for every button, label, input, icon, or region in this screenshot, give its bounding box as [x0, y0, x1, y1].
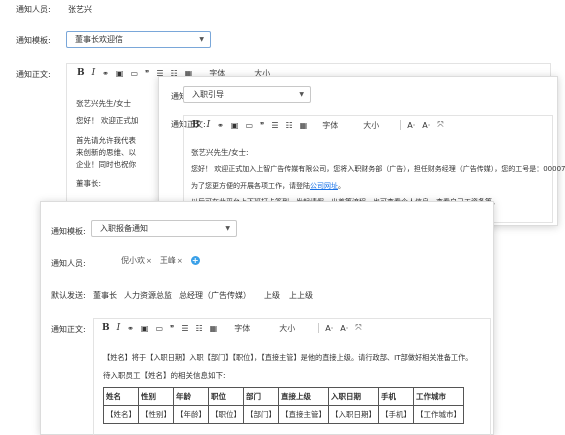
italic-icon[interactable]: I	[207, 120, 211, 130]
close-icon[interactable]: ×	[146, 257, 152, 265]
recipients-label: 通知人员:	[51, 259, 86, 268]
table-cell: 【手机】	[378, 405, 414, 424]
table-header-row: 姓名 性别 年龄 职位 部门 直接上级 入职日期 手机 工作城市	[103, 387, 464, 406]
highlight-icon[interactable]: A·	[422, 121, 430, 130]
font-dropdown[interactable]: 字体	[322, 120, 338, 131]
default-send-item[interactable]: 董事长	[93, 290, 117, 301]
table-icon[interactable]: ▦	[210, 324, 218, 333]
content-line: 企业！同时也祝你	[76, 160, 136, 169]
table-row: 【姓名】 【性别】 【年龄】 【职位】 【部门】 【直接主管】 【入职日期】 【…	[103, 405, 464, 424]
table-header-cell: 直接上级	[278, 387, 329, 406]
table-cell: 【性别】	[138, 405, 174, 424]
recipients-label: 通知人员:	[16, 5, 51, 14]
company-link[interactable]: 公司网址	[310, 182, 338, 190]
close-icon[interactable]: ×	[177, 257, 183, 265]
default-send-item[interactable]: 上级	[264, 290, 280, 301]
content-line: 您好！ 欢迎正式加	[76, 116, 139, 125]
template-select-value: 入职报备通知	[100, 224, 148, 233]
size-dropdown[interactable]: 大小	[363, 120, 379, 131]
content-line: 您好！ 欢迎正式加入上智广告传媒有限公司，您将入职财务部（广告），担任财务经理（…	[191, 165, 565, 173]
content-greeting: 张艺兴先生/女士	[76, 99, 132, 108]
link-icon[interactable]: ⚭	[102, 69, 109, 78]
table-header-cell: 入职日期	[328, 387, 379, 406]
table-header-cell: 部门	[243, 387, 279, 406]
ordered-list-icon[interactable]: ☰	[271, 121, 278, 130]
editor-toolbar: B I ⚭ ▣ ▭ ❞ ☰ ☷ ▦ 字体 大小 A· A· ⤧	[94, 319, 490, 337]
template-select[interactable]: 董事长欢迎信 ▼	[66, 31, 211, 48]
info-table: 姓名 性别 年龄 职位 部门 直接上级 入职日期 手机 工作城市 【姓名】 【性…	[103, 387, 464, 424]
table-cell: 【姓名】	[103, 405, 139, 424]
image-icon[interactable]: ▣	[231, 121, 239, 130]
table-header-cell: 工作城市	[413, 387, 464, 406]
table-cell: 【工作城市】	[413, 405, 464, 424]
italic-icon[interactable]: I	[117, 323, 121, 333]
image-icon[interactable]: ▣	[141, 324, 149, 333]
table-header-cell: 性别	[138, 387, 174, 406]
font-color-icon[interactable]: A·	[407, 121, 415, 130]
table-icon[interactable]: ▦	[300, 121, 308, 130]
template-select[interactable]: 入职引导 ▼	[183, 86, 311, 103]
default-send-item[interactable]: 总经理（广告传媒）	[179, 290, 251, 301]
content-line: 待入职员工【姓名】的相关信息如下:	[103, 371, 226, 380]
media-icon[interactable]: ▭	[130, 69, 138, 78]
default-send-label: 默认发送:	[51, 291, 86, 300]
table-header-cell: 手机	[378, 387, 414, 406]
quote-icon[interactable]: ❞	[170, 324, 174, 333]
front-panel: 通知模板: 入职报备通知 ▼ 通知人员: 倪小欢× 王峰× + 默认发送: 董事…	[40, 201, 494, 435]
fullscreen-icon[interactable]: ⤧	[437, 120, 443, 130]
editor-toolbar: B I ⚭ ▣ ▭ ❞ ☰ ☷ ▦ 字体 大小 A· A· ⤧	[184, 116, 552, 134]
media-icon[interactable]: ▭	[245, 121, 253, 130]
bold-icon[interactable]: B	[77, 68, 85, 78]
content-line: 为了您更方便的开展各项工作，请登陆公司网址。	[191, 182, 345, 190]
recipient-tag[interactable]: 倪小欢×	[121, 255, 152, 266]
chevron-down-icon: ▼	[225, 225, 230, 232]
recipients-tags: 倪小欢× 王峰× +	[121, 255, 200, 266]
template-select-value: 董事长欢迎信	[75, 35, 123, 44]
table-cell: 【年龄】	[173, 405, 209, 424]
content-line: 来创新的思维、以	[76, 148, 136, 157]
table-header-cell: 年龄	[173, 387, 209, 406]
default-send-item[interactable]: 上上级	[289, 290, 313, 301]
highlight-icon[interactable]: A·	[340, 324, 348, 333]
media-icon[interactable]: ▭	[155, 324, 163, 333]
recipients-value: 张艺兴	[68, 5, 92, 14]
fullscreen-icon[interactable]: ⤧	[355, 323, 361, 333]
font-color-icon[interactable]: A·	[325, 324, 333, 333]
unordered-list-icon[interactable]: ☷	[285, 121, 292, 130]
body-label: 通知正文:	[16, 70, 51, 79]
content-signature: 董事长:	[76, 179, 102, 188]
table-header-cell: 姓名	[103, 387, 139, 406]
table-cell: 【入职日期】	[328, 405, 379, 424]
content-line: 【姓名】将于【入职日期】入职【部门】【职位】，【直接主管】是他的直接上级。请行政…	[103, 353, 473, 362]
chevron-down-icon: ▼	[199, 36, 204, 43]
content-line: 首先请允许我代表	[76, 136, 136, 145]
default-send-list: 董事长 人力资源总监 总经理（广告传媒） 上级 上上级	[93, 290, 313, 301]
add-icon[interactable]: +	[190, 256, 200, 265]
recipient-tag[interactable]: 王峰×	[160, 255, 183, 266]
italic-icon[interactable]: I	[92, 68, 96, 78]
bold-icon[interactable]: B	[102, 323, 110, 333]
quote-icon[interactable]: ❞	[145, 69, 149, 78]
bold-icon[interactable]: B	[192, 120, 200, 130]
template-label: 通知模板:	[51, 227, 86, 236]
table-cell: 【直接主管】	[278, 405, 329, 424]
template-label: 通知模板:	[16, 36, 51, 45]
content-greeting: 张艺兴先生/女士:	[191, 148, 249, 157]
template-select[interactable]: 入职报备通知 ▼	[91, 220, 237, 237]
font-dropdown[interactable]: 字体	[234, 323, 250, 334]
template-select-value: 入职引导	[192, 90, 224, 99]
table-cell: 【职位】	[208, 405, 244, 424]
image-icon[interactable]: ▣	[116, 69, 124, 78]
unordered-list-icon[interactable]: ☷	[195, 324, 202, 333]
size-dropdown[interactable]: 大小	[279, 323, 295, 334]
quote-icon[interactable]: ❞	[260, 121, 264, 130]
table-header-cell: 职位	[208, 387, 244, 406]
link-icon[interactable]: ⚭	[127, 324, 134, 333]
chevron-down-icon: ▼	[299, 91, 304, 98]
ordered-list-icon[interactable]: ☰	[181, 324, 188, 333]
body-label: 通知正文:	[51, 325, 86, 334]
table-cell: 【部门】	[243, 405, 279, 424]
default-send-item[interactable]: 人力资源总监	[124, 290, 172, 301]
link-icon[interactable]: ⚭	[217, 121, 224, 130]
